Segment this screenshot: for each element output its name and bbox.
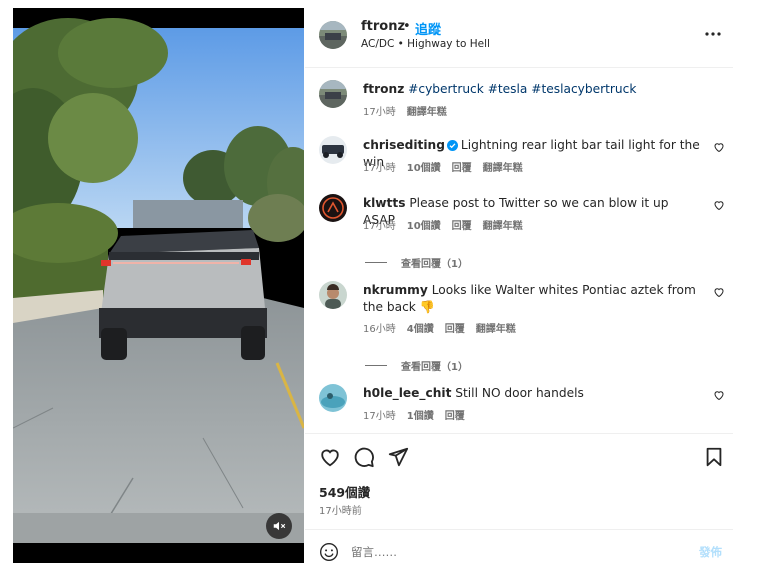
reply-button[interactable]: 回覆 — [445, 320, 465, 335]
emoji-smile-icon[interactable] — [319, 542, 339, 562]
comment-likes-count[interactable]: 10個讚 — [407, 159, 441, 174]
caption-author-avatar[interactable] — [319, 80, 347, 108]
comment-meta: 16小時 4個讚 回覆 翻譯年糕 — [363, 320, 516, 335]
post-comment-button[interactable]: 發佈 — [699, 544, 722, 560]
view-replies-label: 查看回覆（1） — [401, 259, 468, 270]
likes-count[interactable]: 549個讚 — [319, 482, 370, 501]
comment-username[interactable]: h0le_lee_chit — [363, 386, 451, 400]
author-username[interactable]: ftronz — [361, 19, 405, 34]
bookmark-icon[interactable] — [703, 446, 725, 468]
comment-time: 16小時 — [363, 324, 396, 335]
comment-meta: 17小時 10個讚 回覆 翻譯年糕 — [363, 217, 523, 232]
caption-text: ftronz #cybertruck #tesla #teslacybertru… — [363, 81, 703, 98]
comment-body: Still NO door handels — [455, 386, 584, 400]
translate-button[interactable]: 翻譯年糕 — [483, 217, 523, 232]
comment-username[interactable]: nkrummy — [363, 283, 428, 297]
more-horizontal-icon — [705, 32, 721, 36]
translate-button[interactable]: 翻譯年糕 — [476, 320, 516, 335]
more-options-button[interactable] — [703, 24, 723, 44]
header-divider — [305, 67, 733, 68]
actions-divider — [305, 433, 733, 434]
comment-username[interactable]: klwtts — [363, 196, 405, 210]
view-replies-label: 查看回覆（1） — [401, 362, 468, 373]
composer-divider — [305, 529, 733, 530]
paper-plane-icon[interactable] — [387, 446, 409, 468]
comment-username[interactable]: chrisediting — [363, 138, 445, 152]
caption-time: 17小時 — [363, 107, 396, 118]
comment-heart-icon[interactable] — [713, 141, 725, 153]
heart-icon[interactable] — [319, 446, 341, 468]
comment-time: 17小時 — [363, 163, 396, 174]
commenter-avatar[interactable] — [319, 384, 347, 412]
reply-button[interactable]: 回覆 — [452, 159, 472, 174]
comment-likes-count[interactable]: 10個讚 — [407, 217, 441, 232]
comment-heart-icon[interactable] — [713, 389, 725, 401]
post-timestamp: 17小時前 — [319, 506, 362, 517]
comment-likes-count[interactable]: 1個讚 — [407, 407, 434, 422]
caption-meta: 17小時 翻譯年糕 — [363, 103, 447, 118]
reply-button[interactable]: 回覆 — [445, 407, 465, 422]
post-video[interactable] — [13, 8, 304, 563]
caption-username[interactable]: ftronz — [363, 82, 404, 96]
view-replies-button[interactable]: 查看回覆（1） — [365, 358, 468, 373]
post-details-panel: ftronz • 追蹤 AC/DC • Highway to Hell ftro… — [305, 8, 733, 563]
comment-heart-icon[interactable] — [713, 286, 725, 298]
translate-button[interactable]: 翻譯年糕 — [483, 159, 523, 174]
comment-text: nkrummy Looks like Walter whites Pontiac… — [363, 282, 703, 316]
comment-heart-icon[interactable] — [713, 199, 725, 211]
follow-button[interactable]: 追蹤 — [415, 19, 441, 38]
comment-input[interactable] — [351, 541, 681, 563]
commenter-avatar[interactable] — [319, 194, 347, 222]
comment-meta: 17小時 10個讚 回覆 翻譯年糕 — [363, 159, 523, 174]
author-avatar[interactable] — [319, 21, 347, 49]
comment-time: 17小時 — [363, 411, 396, 422]
speaker-muted-icon — [273, 521, 286, 531]
comment-time: 17小時 — [363, 221, 396, 232]
audio-track-link[interactable]: AC/DC • Highway to Hell — [361, 38, 490, 50]
header-separator: • — [403, 19, 411, 34]
comment-text: h0le_lee_chit Still NO door handels — [363, 385, 703, 402]
replies-line — [365, 365, 387, 366]
commenter-avatar[interactable] — [319, 136, 347, 164]
comment-bubble-icon[interactable] — [353, 446, 375, 468]
reply-button[interactable]: 回覆 — [452, 217, 472, 232]
verified-badge-icon — [446, 140, 458, 151]
comment-likes-count[interactable]: 4個讚 — [407, 320, 434, 335]
caption-translate-button[interactable]: 翻譯年糕 — [407, 103, 447, 118]
video-frame-image — [13, 8, 304, 563]
replies-line — [365, 262, 387, 263]
comment-meta: 17小時 1個讚 回覆 — [363, 407, 465, 422]
commenter-avatar[interactable] — [319, 281, 347, 309]
view-replies-button[interactable]: 查看回覆（1） — [365, 255, 468, 270]
mute-toggle-button[interactable] — [266, 513, 292, 539]
caption-hashtags[interactable]: #cybertruck #tesla #teslacybertruck — [408, 82, 636, 96]
